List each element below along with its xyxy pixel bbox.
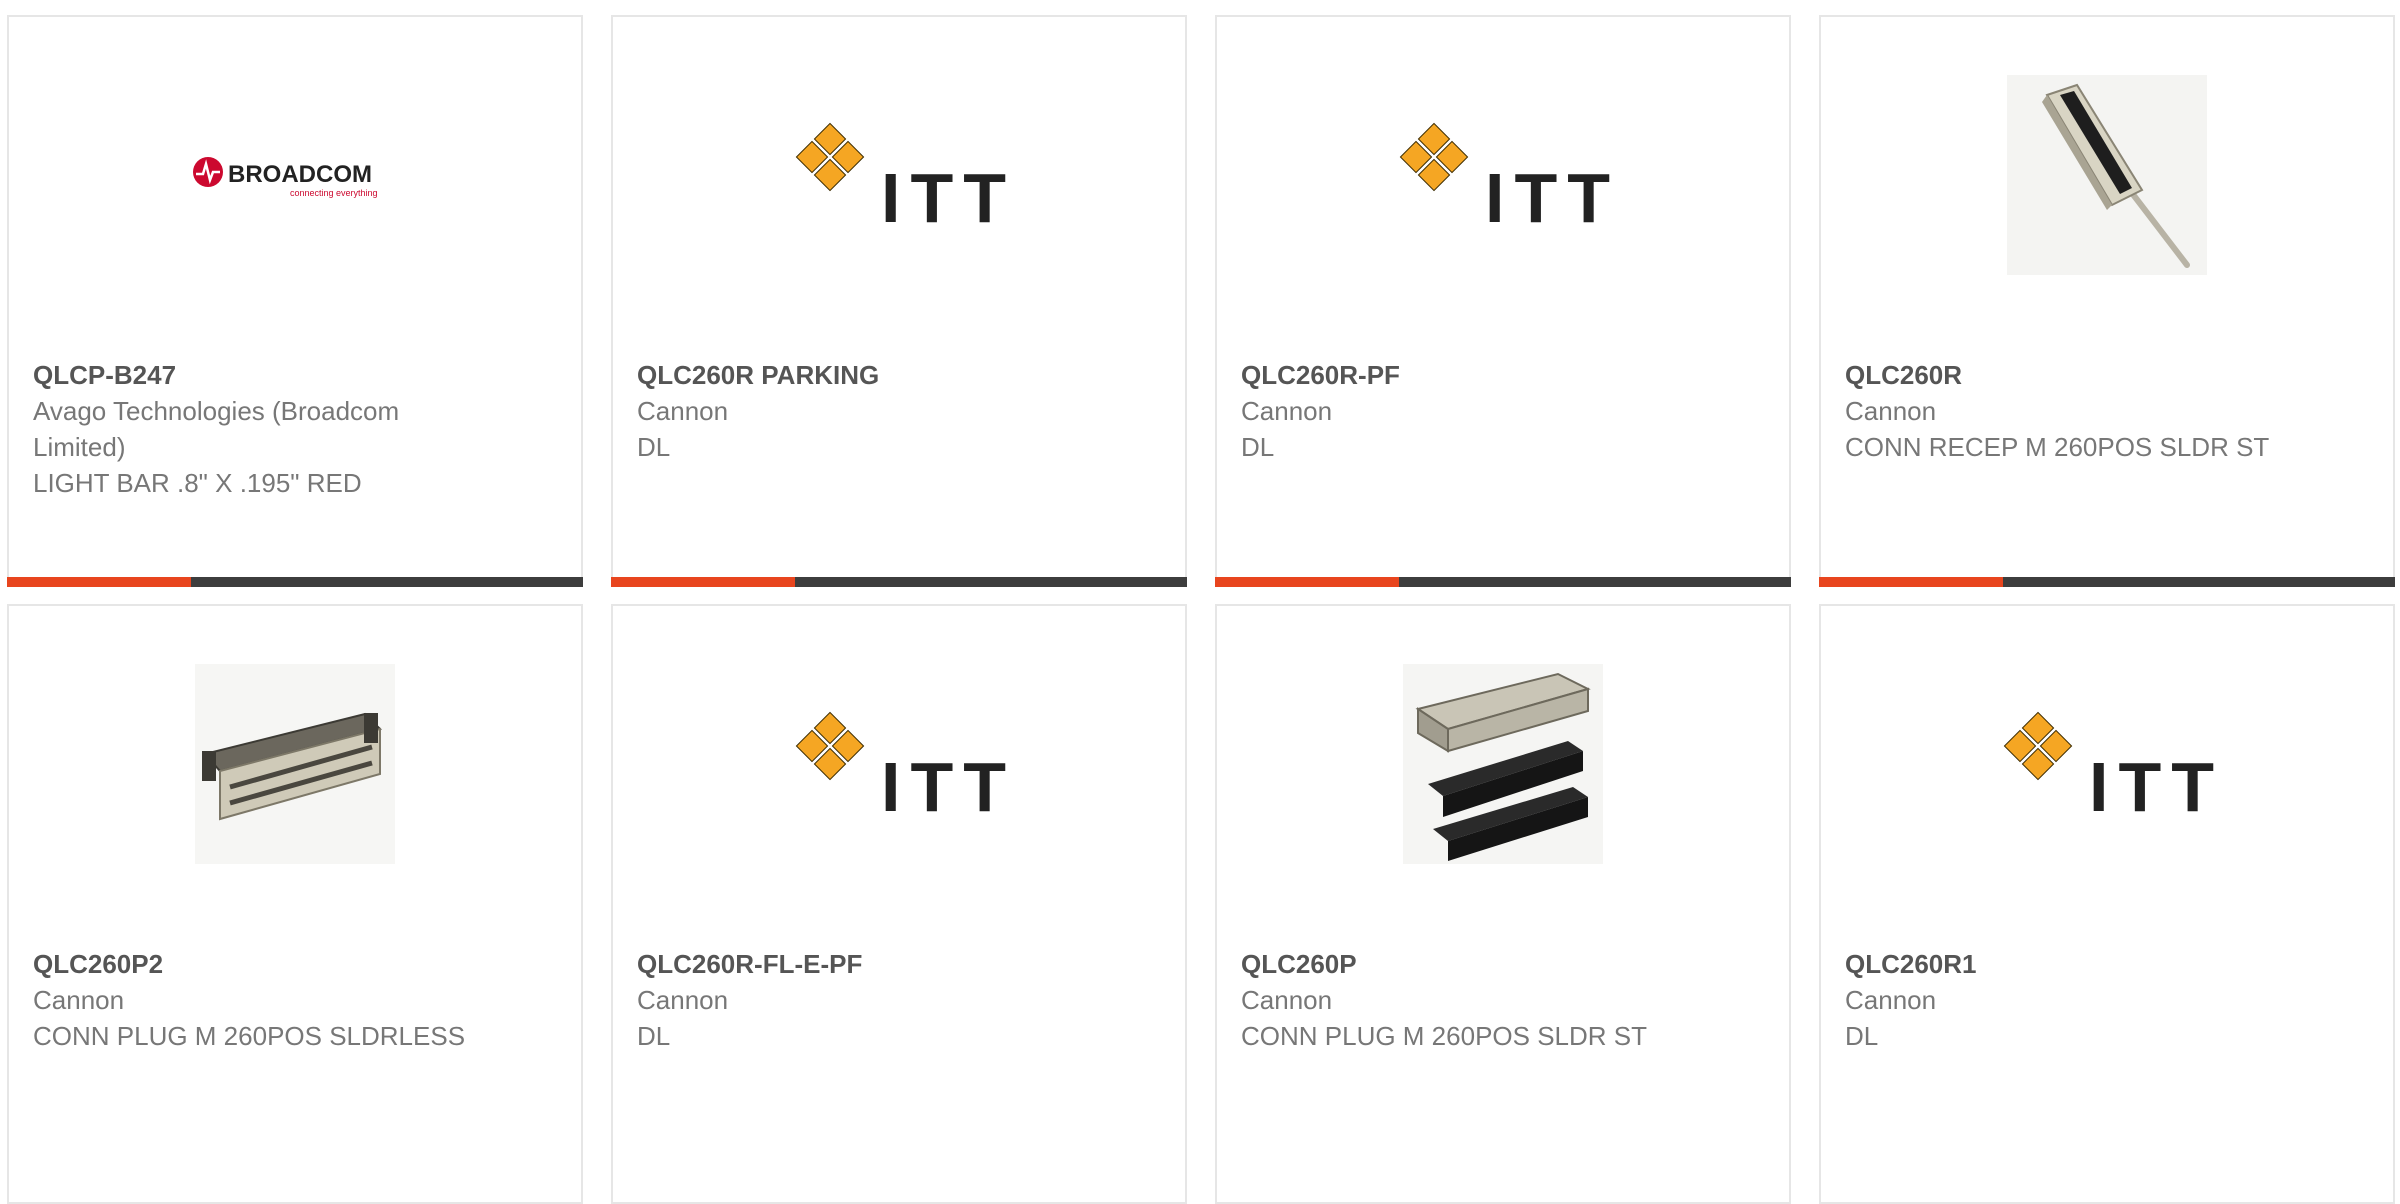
manufacturer: Cannon	[1845, 396, 1937, 426]
product-card[interactable]: ITT QLC260R-PF Cannon DL	[1215, 15, 1791, 587]
part-number[interactable]: QLCP-B247	[33, 357, 473, 393]
product-card[interactable]: ITT QLC260R PARKING Cannon DL	[611, 15, 1187, 587]
svg-text:ITT: ITT	[881, 159, 1009, 230]
product-image: ITT	[613, 651, 1185, 876]
part-number[interactable]: QLC260R1	[1845, 946, 2285, 982]
svg-text:connecting everything: connecting everything	[290, 188, 378, 198]
manufacturer: Cannon	[637, 396, 729, 426]
manufacturer: Cannon	[1241, 396, 1333, 426]
itt-logo-icon: ITT	[1399, 122, 1613, 230]
product-card[interactable]: QLC260R Cannon CONN RECEP M 260POS SLDR …	[1819, 15, 2395, 587]
description: LIGHT BAR .8" X .195" RED	[33, 468, 362, 498]
card-accent-bar	[7, 577, 583, 587]
product-card[interactable]: ITT QLC260R1 Cannon DL	[1819, 604, 2395, 1204]
manufacturer: Cannon	[33, 985, 125, 1015]
card-accent-bar	[1215, 577, 1791, 587]
description: CONN RECEP M 260POS SLDR ST	[1845, 432, 2270, 462]
connector-plug-set-icon	[1403, 663, 1603, 864]
description: DL	[1241, 432, 1275, 462]
manufacturer: Avago Technologies (Broadcom Limited)	[33, 396, 400, 462]
part-number[interactable]: QLC260R PARKING	[637, 357, 1077, 393]
part-number[interactable]: QLC260R-PF	[1241, 357, 1681, 393]
part-number[interactable]: QLC260R-FL-E-PF	[637, 946, 1077, 982]
svg-text:ITT: ITT	[2089, 748, 2217, 819]
part-number[interactable]: QLC260R	[1845, 357, 2285, 393]
broadcom-logo-icon: BROADCOM connecting everything	[193, 156, 378, 198]
product-card[interactable]: BROADCOM connecting everything QLCP-B247…	[7, 15, 583, 587]
product-grid: BROADCOM connecting everything QLCP-B247…	[0, 0, 2400, 1204]
product-image: ITT	[613, 62, 1185, 287]
part-number[interactable]: QLC260P2	[33, 946, 473, 982]
product-card[interactable]: ITT QLC260R-FL-E-PF Cannon DL	[611, 604, 1187, 1204]
connector-plug-icon	[195, 663, 395, 864]
description: CONN PLUG M 260POS SLDR ST	[1241, 1021, 1647, 1051]
manufacturer: Cannon	[1241, 985, 1333, 1015]
svg-text:ITT: ITT	[881, 748, 1009, 819]
description: DL	[1845, 1021, 1879, 1051]
itt-logo-icon: ITT	[795, 711, 1009, 819]
product-card[interactable]: QLC260P2 Cannon CONN PLUG M 260POS SLDRL…	[7, 604, 583, 1204]
description: DL	[637, 1021, 671, 1051]
itt-logo-icon: ITT	[795, 122, 1009, 230]
product-image	[1217, 651, 1789, 876]
product-image	[1821, 62, 2393, 287]
description: DL	[637, 432, 671, 462]
itt-logo-icon: ITT	[2003, 711, 2217, 819]
manufacturer: Cannon	[1845, 985, 1937, 1015]
connector-receptacle-icon	[2007, 74, 2207, 275]
product-card[interactable]: QLC260P Cannon CONN PLUG M 260POS SLDR S…	[1215, 604, 1791, 1204]
product-image: ITT	[1821, 651, 2393, 876]
manufacturer: Cannon	[637, 985, 729, 1015]
svg-text:BROADCOM: BROADCOM	[228, 161, 372, 188]
description: CONN PLUG M 260POS SLDRLESS	[33, 1021, 466, 1051]
svg-text:ITT: ITT	[1485, 159, 1613, 230]
card-accent-bar	[611, 577, 1187, 587]
card-accent-bar	[1819, 577, 2395, 587]
part-number[interactable]: QLC260P	[1241, 946, 1681, 982]
product-image: BROADCOM connecting everything	[9, 62, 581, 287]
product-image	[9, 651, 581, 876]
product-image: ITT	[1217, 62, 1789, 287]
